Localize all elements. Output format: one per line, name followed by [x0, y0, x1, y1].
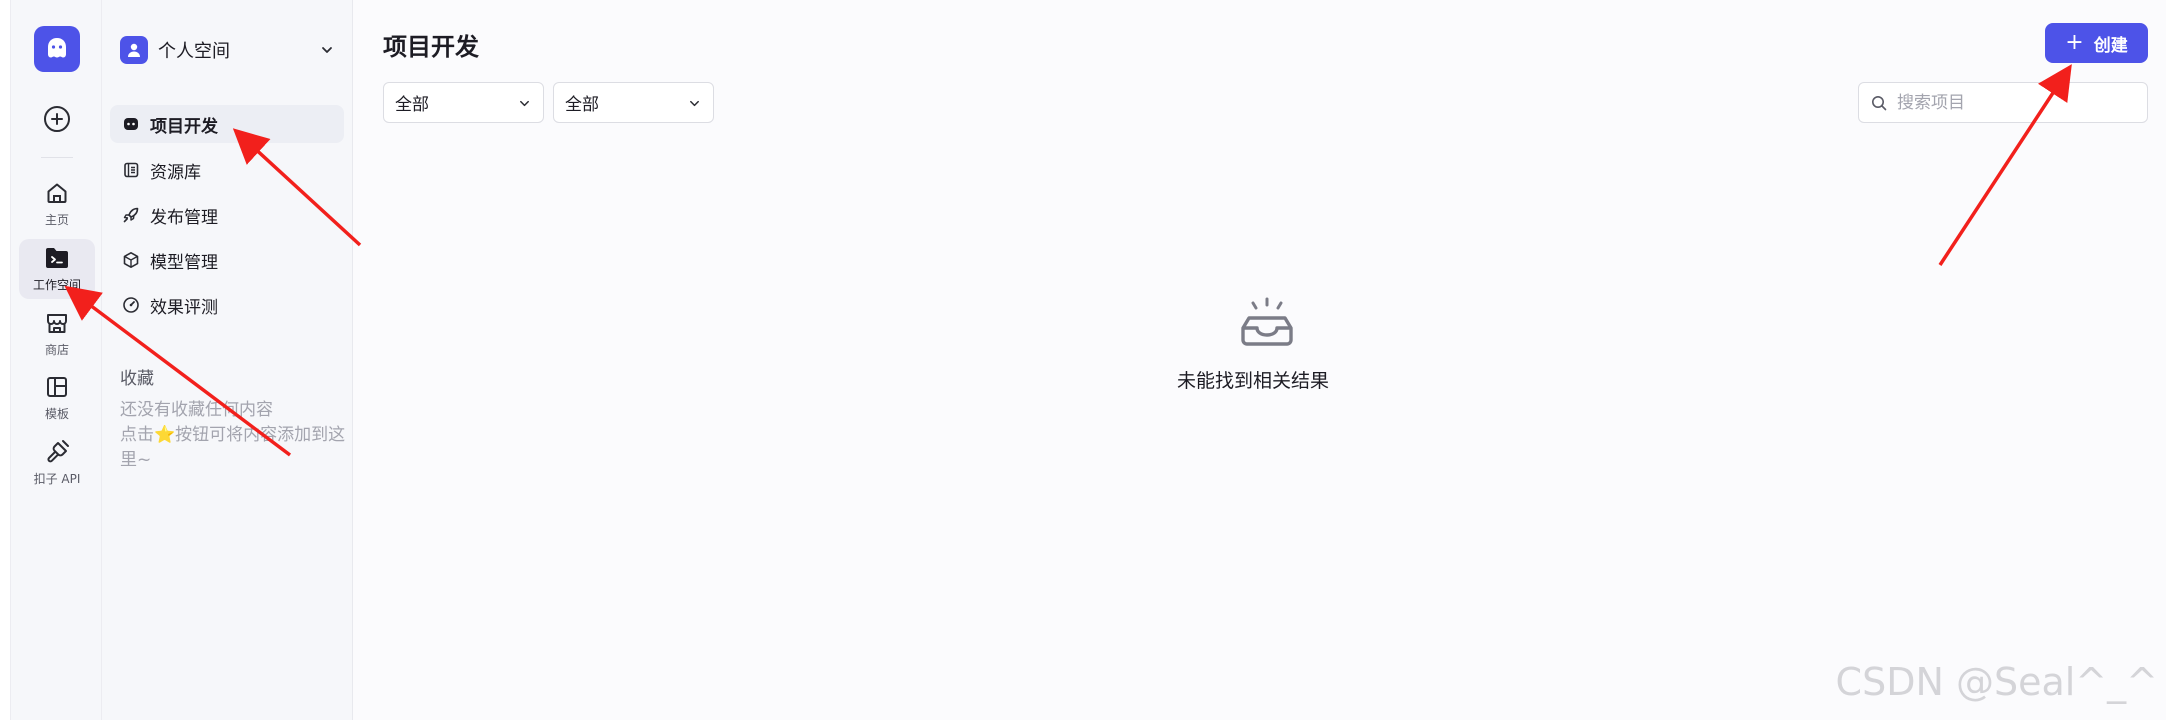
search-icon — [1872, 95, 1887, 110]
filter-select-owner-value: 全部 — [565, 95, 599, 115]
plus-icon: + — [2065, 30, 2084, 55]
project-dev-icon — [124, 118, 138, 130]
rail-item-home[interactable]: 主页 — [19, 174, 95, 234]
space-name: 个人空间 — [158, 41, 230, 62]
create-button[interactable]: + 创建 — [2045, 23, 2148, 63]
nav-label-publish: 发布管理 — [150, 207, 218, 228]
filter-select-type[interactable]: 全部 — [383, 82, 544, 123]
main-content: 项目开发 + 创建 全部 全部 未能找到相关结果 — [353, 0, 2166, 720]
search-box[interactable] — [1858, 82, 2148, 123]
store-icon — [47, 314, 67, 333]
nav-label-project-dev: 项目开发 — [150, 116, 218, 137]
rail-item-api[interactable]: 扣子 API — [19, 433, 95, 493]
sidebar-item-library[interactable]: 资源库 — [110, 151, 344, 189]
library-icon — [124, 162, 139, 178]
workspace-icon — [46, 248, 68, 268]
left-rail: 主页 工作空间 商店 模板 扣子 API — [10, 0, 102, 720]
filter-select-type-value: 全部 — [395, 95, 429, 115]
sidebar-item-project-dev[interactable]: 项目开发 — [110, 105, 344, 143]
space-switcher[interactable]: 个人空间 — [120, 34, 342, 66]
rail-item-store[interactable]: 商店 — [19, 304, 95, 364]
empty-inbox-icon — [1241, 297, 1293, 346]
search-input[interactable] — [1897, 92, 2137, 113]
filter-select-owner[interactable]: 全部 — [553, 82, 714, 123]
cube-icon — [123, 252, 139, 268]
api-icon — [47, 440, 69, 463]
favorites-empty-prefix: 点击 — [120, 425, 154, 445]
empty-state-message: 未能找到相关结果 — [1176, 370, 1329, 392]
watermark: CSDN @Seal^_^ — [1835, 660, 2158, 704]
rocket-icon — [123, 207, 139, 223]
nav-label-library: 资源库 — [150, 162, 201, 183]
rail-label-api: 扣子 API — [33, 472, 81, 486]
plus-icon — [51, 113, 63, 125]
rail-label-workspace: 工作空间 — [32, 278, 81, 292]
rail-item-template[interactable]: 模板 — [19, 368, 95, 428]
chevron-down-icon — [520, 100, 529, 107]
chevron-down-icon — [690, 100, 699, 107]
sidebar-item-evaluation[interactable]: 效果评测 — [110, 286, 344, 324]
sidebar-item-publish[interactable]: 发布管理 — [110, 196, 344, 234]
page-title: 项目开发 — [383, 33, 479, 61]
rail-label-home: 主页 — [44, 213, 69, 227]
chevron-down-icon — [322, 47, 332, 53]
create-button-label: 创建 — [2093, 35, 2128, 56]
sidebar-item-models[interactable]: 模型管理 — [110, 241, 344, 279]
nav-label-evaluation: 效果评测 — [150, 297, 218, 318]
logo-icon — [48, 38, 66, 58]
template-icon — [47, 377, 67, 397]
app-logo[interactable] — [34, 26, 80, 72]
favorites-empty-message: 还没有收藏任何内容 点击⭐按钮可将内容添加到这里~ — [120, 398, 348, 473]
nav-label-models: 模型管理 — [150, 252, 218, 273]
user-icon — [128, 43, 140, 57]
favorites-empty-line1: 还没有收藏任何内容 — [120, 400, 273, 420]
favorites-title: 收藏 — [120, 369, 154, 389]
gauge-icon — [123, 297, 139, 313]
rail-label-template: 模板 — [44, 407, 69, 421]
star-icon: ⭐ — [154, 425, 176, 445]
create-add-button[interactable] — [44, 106, 70, 132]
home-icon — [47, 183, 67, 203]
rail-label-store: 商店 — [44, 343, 69, 357]
space-avatar — [120, 36, 148, 64]
favorites-empty-line2: 点击⭐按钮可将内容添加到这里~ — [120, 423, 348, 473]
rail-divider — [41, 157, 73, 158]
rail-item-workspace[interactable]: 工作空间 — [19, 239, 95, 299]
workspace-sidebar: 个人空间 项目开发 资源库 发布管理 模型管理 效果评测 收藏 还没有收藏任何内… — [102, 0, 353, 720]
